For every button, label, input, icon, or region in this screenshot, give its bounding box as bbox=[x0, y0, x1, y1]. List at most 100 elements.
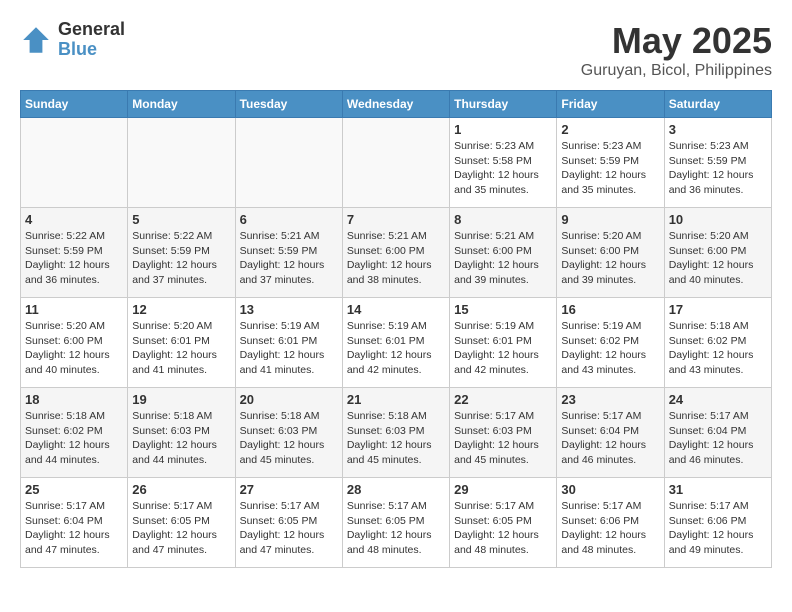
col-wednesday: Wednesday bbox=[342, 91, 449, 118]
calendar-cell: 9Sunrise: 5:20 AMSunset: 6:00 PMDaylight… bbox=[557, 208, 664, 298]
page-header: General Blue May 2025 Guruyan, Bicol, Ph… bbox=[20, 20, 772, 80]
day-info: Sunrise: 5:19 AMSunset: 6:01 PMDaylight:… bbox=[240, 319, 338, 378]
calendar-cell: 21Sunrise: 5:18 AMSunset: 6:03 PMDayligh… bbox=[342, 388, 449, 478]
col-saturday: Saturday bbox=[664, 91, 771, 118]
day-number: 2 bbox=[561, 122, 659, 137]
calendar-week-1: 1Sunrise: 5:23 AMSunset: 5:58 PMDaylight… bbox=[21, 118, 772, 208]
calendar-header: Sunday Monday Tuesday Wednesday Thursday… bbox=[21, 91, 772, 118]
subtitle: Guruyan, Bicol, Philippines bbox=[581, 62, 772, 80]
calendar-cell: 26 Sunrise: 5:17 AMSunset: 6:05 PMDayligh… bbox=[128, 478, 235, 568]
calendar-cell: 11 Sunrise: 5:20 AMSunset: 6:00 PMDayligh… bbox=[21, 298, 128, 388]
calendar-cell: 15 Sunrise: 5:19 AMSunset: 6:01 PMDayligh… bbox=[450, 298, 557, 388]
day-info: Sunrise: 5:18 AMSunset: 6:03 PMDaylight:… bbox=[132, 409, 230, 468]
day-info: Sunrise: 5:20 AMSunset: 6:00 PMDaylight:… bbox=[25, 319, 123, 378]
day-info: Sunrise: 5:23 AMSunset: 5:59 PMDaylight:… bbox=[669, 139, 767, 198]
day-number: 26 bbox=[132, 482, 230, 497]
day-info: Sunrise: 5:18 AMSunset: 6:02 PMDaylight:… bbox=[25, 409, 123, 468]
logo-icon bbox=[20, 24, 52, 56]
col-sunday: Sunday bbox=[21, 91, 128, 118]
day-info: Sunrise: 5:20 AMSunset: 6:00 PMDaylight:… bbox=[669, 229, 767, 288]
col-monday: Monday bbox=[128, 91, 235, 118]
calendar-cell: 22Sunrise: 5:17 AMSunset: 6:03 PMDayligh… bbox=[450, 388, 557, 478]
calendar-cell bbox=[21, 118, 128, 208]
day-number: 30 bbox=[561, 482, 659, 497]
day-info: Sunrise: 5:22 AMSunset: 5:59 PMDaylight:… bbox=[25, 229, 123, 288]
calendar-cell: 8 Sunrise: 5:21 AMSunset: 6:00 PMDaylight… bbox=[450, 208, 557, 298]
day-info: Sunrise: 5:17 AMSunset: 6:05 PMDaylight:… bbox=[347, 499, 445, 558]
col-friday: Friday bbox=[557, 91, 664, 118]
day-info: Sunrise: 5:23 AMSunset: 5:58 PMDaylight:… bbox=[454, 139, 552, 198]
day-info: Sunrise: 5:19 AMSunset: 6:01 PMDaylight:… bbox=[347, 319, 445, 378]
day-info: Sunrise: 5:23 AMSunset: 5:59 PMDaylight:… bbox=[561, 139, 659, 198]
calendar-cell: 4 Sunrise: 5:22 AMSunset: 5:59 PMDaylight… bbox=[21, 208, 128, 298]
day-number: 11 bbox=[25, 302, 123, 317]
calendar-cell: 1Sunrise: 5:23 AMSunset: 5:58 PMDaylight… bbox=[450, 118, 557, 208]
calendar-cell: 25Sunrise: 5:17 AMSunset: 6:04 PMDayligh… bbox=[21, 478, 128, 568]
calendar-cell: 24Sunrise: 5:17 AMSunset: 6:04 PMDayligh… bbox=[664, 388, 771, 478]
calendar-week-3: 11 Sunrise: 5:20 AMSunset: 6:00 PMDayligh… bbox=[21, 298, 772, 388]
calendar-cell: 14 Sunrise: 5:19 AMSunset: 6:01 PMDayligh… bbox=[342, 298, 449, 388]
calendar-cell: 20 Sunrise: 5:18 AMSunset: 6:03 PMDayligh… bbox=[235, 388, 342, 478]
day-number: 15 bbox=[454, 302, 552, 317]
day-info: Sunrise: 5:21 AMSunset: 5:59 PMDaylight:… bbox=[240, 229, 338, 288]
col-thursday: Thursday bbox=[450, 91, 557, 118]
day-info: Sunrise: 5:20 AMSunset: 6:01 PMDaylight:… bbox=[132, 319, 230, 378]
calendar-cell: 19Sunrise: 5:18 AMSunset: 6:03 PMDayligh… bbox=[128, 388, 235, 478]
calendar-week-4: 18 Sunrise: 5:18 AMSunset: 6:02 PMDayligh… bbox=[21, 388, 772, 478]
day-info: Sunrise: 5:17 AMSunset: 6:06 PMDaylight:… bbox=[669, 499, 767, 558]
calendar-cell: 23Sunrise: 5:17 AMSunset: 6:04 PMDayligh… bbox=[557, 388, 664, 478]
day-info: Sunrise: 5:22 AMSunset: 5:59 PMDaylight:… bbox=[132, 229, 230, 288]
day-number: 31 bbox=[669, 482, 767, 497]
day-info: Sunrise: 5:17 AMSunset: 6:06 PMDaylight:… bbox=[561, 499, 659, 558]
day-number: 29 bbox=[454, 482, 552, 497]
day-number: 7 bbox=[347, 212, 445, 227]
calendar-cell: 31 Sunrise: 5:17 AMSunset: 6:06 PMDayligh… bbox=[664, 478, 771, 568]
calendar-cell: 18 Sunrise: 5:18 AMSunset: 6:02 PMDayligh… bbox=[21, 388, 128, 478]
day-number: 18 bbox=[25, 392, 123, 407]
day-number: 21 bbox=[347, 392, 445, 407]
day-number: 25 bbox=[25, 482, 123, 497]
day-number: 13 bbox=[240, 302, 338, 317]
day-number: 14 bbox=[347, 302, 445, 317]
calendar-week-5: 25Sunrise: 5:17 AMSunset: 6:04 PMDayligh… bbox=[21, 478, 772, 568]
calendar-cell: 5 Sunrise: 5:22 AMSunset: 5:59 PMDaylight… bbox=[128, 208, 235, 298]
day-number: 16 bbox=[561, 302, 659, 317]
day-number: 20 bbox=[240, 392, 338, 407]
calendar-cell: 6 Sunrise: 5:21 AMSunset: 5:59 PMDaylight… bbox=[235, 208, 342, 298]
calendar-cell: 2 Sunrise: 5:23 AMSunset: 5:59 PMDaylight… bbox=[557, 118, 664, 208]
main-title: May 2025 bbox=[581, 20, 772, 62]
day-info: Sunrise: 5:17 AMSunset: 6:03 PMDaylight:… bbox=[454, 409, 552, 468]
day-number: 4 bbox=[25, 212, 123, 227]
day-number: 8 bbox=[454, 212, 552, 227]
day-info: Sunrise: 5:18 AMSunset: 6:02 PMDaylight:… bbox=[669, 319, 767, 378]
day-number: 5 bbox=[132, 212, 230, 227]
day-info: Sunrise: 5:17 AMSunset: 6:05 PMDaylight:… bbox=[240, 499, 338, 558]
day-info: Sunrise: 5:17 AMSunset: 6:05 PMDaylight:… bbox=[454, 499, 552, 558]
day-number: 6 bbox=[240, 212, 338, 227]
calendar-cell: 16 Sunrise: 5:19 AMSunset: 6:02 PMDayligh… bbox=[557, 298, 664, 388]
calendar-cell: 17 Sunrise: 5:18 AMSunset: 6:02 PMDayligh… bbox=[664, 298, 771, 388]
logo-general: General bbox=[58, 20, 125, 40]
day-info: Sunrise: 5:21 AMSunset: 6:00 PMDaylight:… bbox=[454, 229, 552, 288]
calendar-cell: 29 Sunrise: 5:17 AMSunset: 6:05 PMDayligh… bbox=[450, 478, 557, 568]
day-info: Sunrise: 5:19 AMSunset: 6:02 PMDaylight:… bbox=[561, 319, 659, 378]
day-info: Sunrise: 5:17 AMSunset: 6:04 PMDaylight:… bbox=[561, 409, 659, 468]
calendar-cell: 12 Sunrise: 5:20 AMSunset: 6:01 PMDayligh… bbox=[128, 298, 235, 388]
logo-text: General Blue bbox=[58, 20, 125, 60]
calendar-week-2: 4 Sunrise: 5:22 AMSunset: 5:59 PMDaylight… bbox=[21, 208, 772, 298]
calendar-cell: 28Sunrise: 5:17 AMSunset: 6:05 PMDayligh… bbox=[342, 478, 449, 568]
day-info: Sunrise: 5:18 AMSunset: 6:03 PMDaylight:… bbox=[240, 409, 338, 468]
title-block: May 2025 Guruyan, Bicol, Philippines bbox=[581, 20, 772, 80]
day-info: Sunrise: 5:19 AMSunset: 6:01 PMDaylight:… bbox=[454, 319, 552, 378]
day-number: 12 bbox=[132, 302, 230, 317]
day-info: Sunrise: 5:17 AMSunset: 6:05 PMDaylight:… bbox=[132, 499, 230, 558]
calendar-cell bbox=[342, 118, 449, 208]
day-number: 27 bbox=[240, 482, 338, 497]
calendar-cell: 3 Sunrise: 5:23 AMSunset: 5:59 PMDaylight… bbox=[664, 118, 771, 208]
day-number: 3 bbox=[669, 122, 767, 137]
logo: General Blue bbox=[20, 20, 125, 60]
day-number: 10 bbox=[669, 212, 767, 227]
day-number: 17 bbox=[669, 302, 767, 317]
calendar-table: Sunday Monday Tuesday Wednesday Thursday… bbox=[20, 90, 772, 568]
day-info: Sunrise: 5:20 AMSunset: 6:00 PMDaylight:… bbox=[561, 229, 659, 288]
